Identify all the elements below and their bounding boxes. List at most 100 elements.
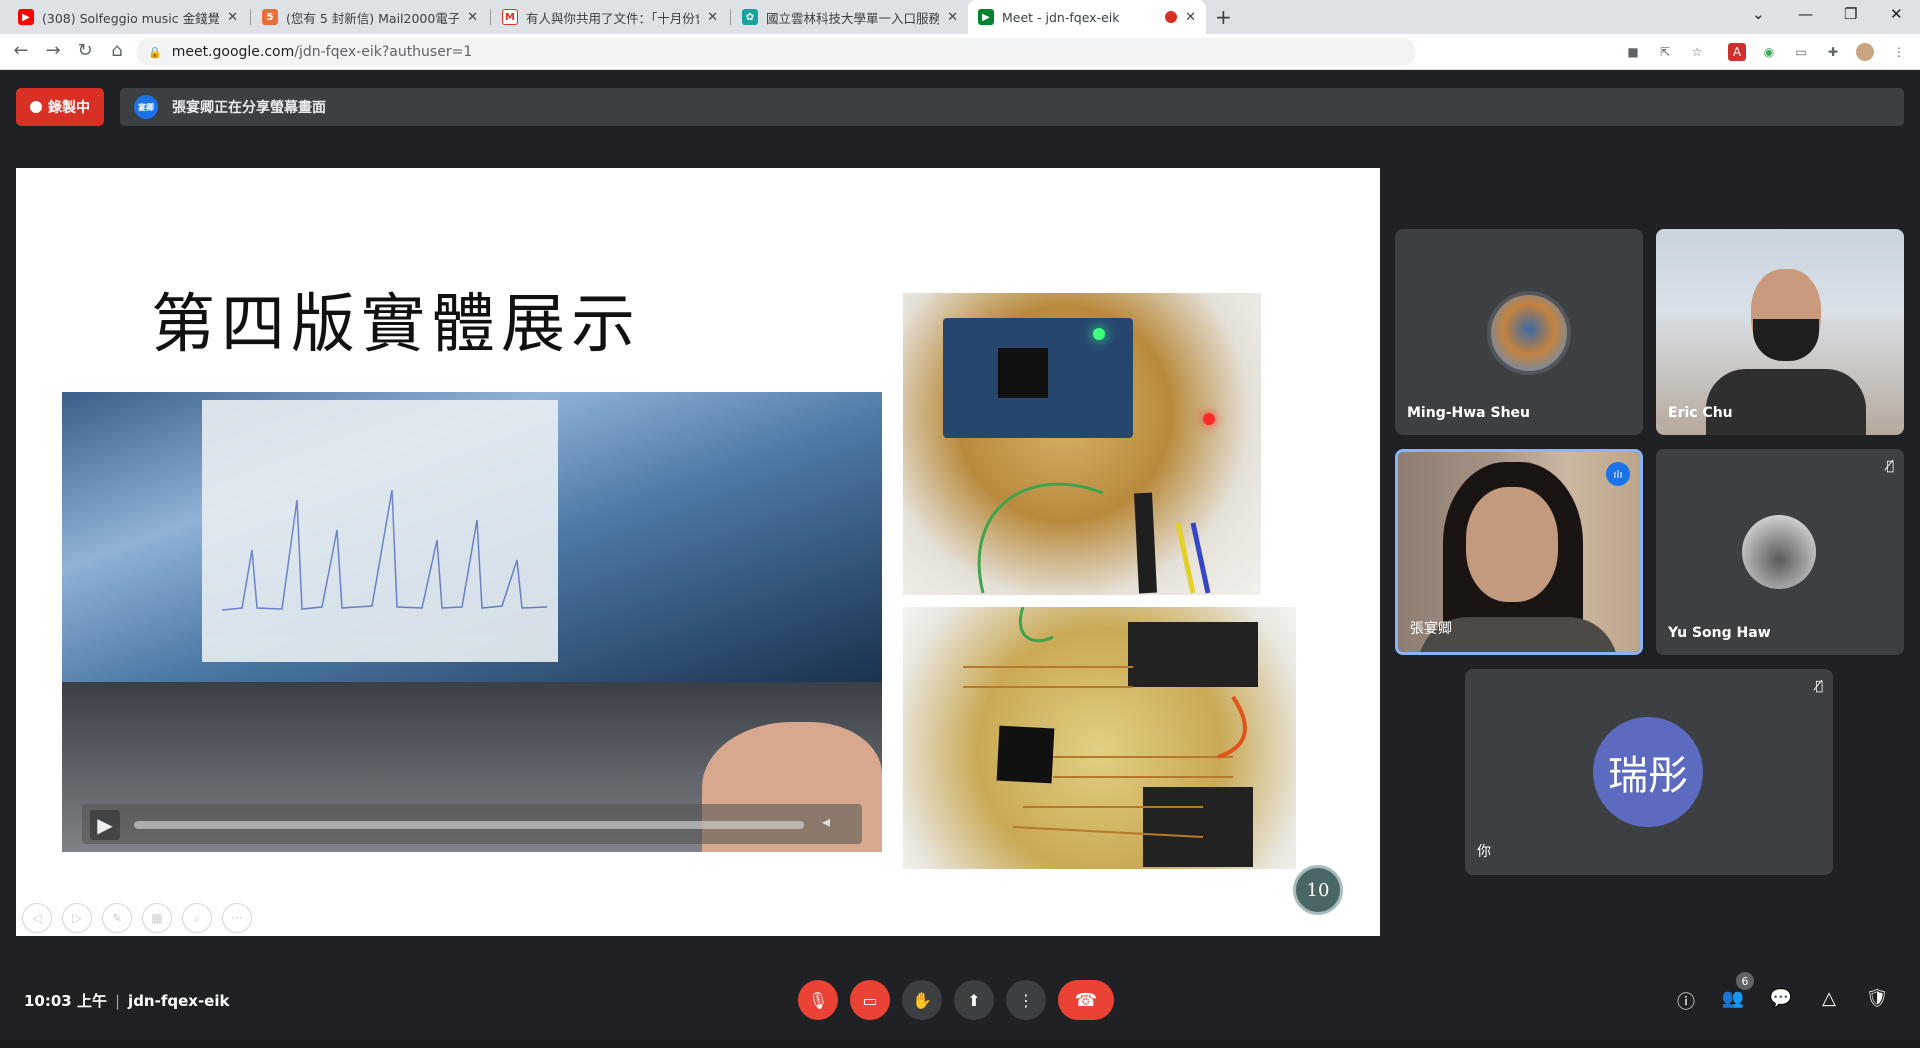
- close-tab-icon[interactable]: ✕: [1185, 10, 1196, 25]
- tab-search-icon[interactable]: ⌄: [1752, 5, 1765, 23]
- youtube-icon: ▶: [18, 9, 34, 25]
- close-tab-icon[interactable]: ✕: [707, 10, 718, 25]
- camera-off-icon: ▭: [862, 990, 878, 1010]
- wires: [977, 482, 1211, 594]
- zoom-icon[interactable]: ⌕: [182, 903, 212, 933]
- video-person-face: [1466, 487, 1558, 602]
- close-tab-icon[interactable]: ✕: [227, 10, 238, 25]
- participant-name: Yu Song Haw: [1668, 625, 1771, 641]
- new-tab-button[interactable]: +: [1215, 5, 1232, 29]
- mail2000-icon: 5: [262, 9, 278, 25]
- forward-icon[interactable]: →: [41, 40, 65, 61]
- people-icon[interactable]: 👥: [1720, 988, 1746, 1009]
- participant-avatar: [1487, 291, 1571, 375]
- bookmark-star-icon[interactable]: ☆: [1688, 43, 1706, 61]
- tab-separator: [250, 9, 251, 25]
- open-in-new-icon[interactable]: ⇱: [1656, 43, 1674, 61]
- camera-in-use-icon[interactable]: ■: [1624, 43, 1642, 61]
- video-progress-track[interactable]: [134, 821, 804, 829]
- home-icon[interactable]: ⌂: [105, 40, 129, 61]
- close-window-icon[interactable]: ✕: [1890, 5, 1903, 23]
- video-person-mask: [1753, 319, 1819, 361]
- browser-tab-yuntech[interactable]: ✿ 國立雲林科技大學單一入口服務 ✕: [732, 0, 968, 34]
- url-host: meet.google.com: [171, 44, 295, 60]
- browser-tab-strip: ▶ (308) Solfeggio music 金錢覺醒 ✕ 5 (您有 5 封…: [0, 0, 1920, 34]
- host-controls-icon[interactable]: 🛡: [1864, 988, 1890, 1009]
- more-options-button[interactable]: ⋮: [1006, 980, 1046, 1020]
- presenting-text: 張宴卿正在分享螢幕畫面: [172, 100, 326, 116]
- participant-avatar: [1742, 515, 1816, 589]
- browser-tab-gmail[interactable]: M 有人與你共用了文件：「十月份會 ✕: [492, 0, 728, 34]
- speaking-indicator-icon: ılı: [1606, 462, 1630, 486]
- puzzle-extensions-icon[interactable]: ✚: [1824, 43, 1842, 61]
- pen-icon[interactable]: ✎: [102, 903, 132, 933]
- address-bar[interactable]: 🔒 meet.google.com/jdn-fqex-eik?authuser=…: [136, 38, 1416, 66]
- leave-call-button[interactable]: ☎: [1058, 980, 1114, 1020]
- participant-tile-ming-hwa-sheu[interactable]: Ming-Hwa Sheu: [1395, 229, 1643, 435]
- minimize-icon[interactable]: —: [1798, 5, 1813, 23]
- present-screen-icon: ⬆: [967, 990, 981, 1010]
- next-slide-icon[interactable]: ▷: [62, 903, 92, 933]
- gmail-icon: M: [502, 9, 518, 25]
- participant-count-badge: 6: [1736, 972, 1754, 990]
- activities-icon[interactable]: △: [1816, 988, 1842, 1009]
- participant-name: Ming-Hwa Sheu: [1407, 405, 1531, 421]
- yuntech-icon: ✿: [742, 9, 758, 25]
- presenting-banner: 宴卿 張宴卿正在分享螢幕畫面: [120, 88, 1904, 126]
- tab-separator: [730, 9, 731, 25]
- raise-hand-button[interactable]: ✋: [902, 980, 942, 1020]
- url-path: /jdn-fqex-eik?authuser=1: [294, 44, 473, 60]
- recording-dot-icon: [1165, 11, 1178, 23]
- browser-tab-mail2000[interactable]: 5 (您有 5 封新信) Mail2000電子信 ✕: [252, 0, 488, 34]
- hang-up-icon: ☎: [1074, 989, 1098, 1011]
- chrome-menu-icon[interactable]: ⋮: [1890, 43, 1908, 61]
- traces: [963, 607, 1247, 838]
- tab-title: Meet - jdn-fqex-eik: [1002, 9, 1120, 25]
- more-options-icon[interactable]: ···: [222, 903, 252, 933]
- circuit-board-photo-2: [903, 607, 1296, 869]
- self-avatar: 瑞彤: [1593, 717, 1703, 827]
- tab-separator: [490, 9, 491, 25]
- participant-tile-eric-chu[interactable]: Eric Chu: [1656, 229, 1904, 435]
- participant-tile-self[interactable]: 🎙̸ 瑞彤 你: [1465, 669, 1833, 875]
- previous-slide-icon[interactable]: ◁: [22, 903, 52, 933]
- play-icon[interactable]: ▶: [90, 810, 120, 840]
- participant-name: Eric Chu: [1668, 405, 1733, 421]
- chat-icon[interactable]: 💬: [1768, 988, 1794, 1009]
- tab-title: (您有 5 封新信) Mail2000電子信: [286, 10, 460, 26]
- browser-tab-youtube[interactable]: ▶ (308) Solfeggio music 金錢覺醒 ✕: [8, 0, 248, 34]
- participant-tile-yu-song-haw[interactable]: 🎙̸ Yu Song Haw: [1656, 449, 1904, 655]
- back-icon[interactable]: ←: [9, 40, 33, 61]
- participant-name: 張宴卿: [1410, 621, 1452, 637]
- slides-grid-icon[interactable]: ▦: [142, 903, 172, 933]
- browser-tab-meet[interactable]: ▶ Meet - jdn-fqex-eik ✕: [968, 0, 1206, 34]
- meeting-details-icon[interactable]: ⓘ: [1673, 988, 1699, 1014]
- camera-off-button[interactable]: ▭: [850, 980, 890, 1020]
- profile-avatar-icon[interactable]: [1856, 43, 1874, 61]
- tab-title: 國立雲林科技大學單一入口服務: [766, 10, 940, 26]
- close-tab-icon[interactable]: ✕: [947, 10, 958, 25]
- meeting-time: 10:03 上午: [24, 992, 107, 1010]
- present-now-button[interactable]: ⬆: [954, 980, 994, 1020]
- lock-icon[interactable]: 🔒: [148, 46, 162, 59]
- acrobat-extension-icon[interactable]: A: [1728, 43, 1746, 61]
- divider: |: [114, 992, 121, 1010]
- meeting-info: 10:03 上午 | jdn-fqex-eik: [24, 990, 229, 1011]
- slide-page-number: 10: [1293, 865, 1343, 915]
- microphone-off-button[interactable]: 🎙: [798, 980, 838, 1020]
- slide-toolbar: ◁ ▷ ✎ ▦ ⌕ ···: [22, 903, 252, 933]
- extension-icon[interactable]: ▭: [1792, 43, 1810, 61]
- restore-icon[interactable]: ❐: [1844, 5, 1857, 23]
- volume-icon[interactable]: ◂: [822, 812, 830, 831]
- mic-off-icon: 🎙̸: [1815, 679, 1823, 694]
- video-person-body: [1706, 369, 1866, 435]
- taskbar-edge: [0, 1040, 1920, 1048]
- tab-title: 有人與你共用了文件：「十月份會: [526, 10, 700, 26]
- embedded-video[interactable]: ▶ ◂: [62, 392, 882, 852]
- participant-name: 你: [1477, 844, 1491, 860]
- chrome-extension-icon[interactable]: ◉: [1760, 43, 1778, 61]
- recording-indicator[interactable]: 錄製中: [16, 88, 104, 126]
- reload-icon[interactable]: ↻: [73, 40, 97, 61]
- close-tab-icon[interactable]: ✕: [467, 10, 478, 25]
- participant-tile-chang-yen-ching[interactable]: ılı 張宴卿: [1395, 449, 1643, 655]
